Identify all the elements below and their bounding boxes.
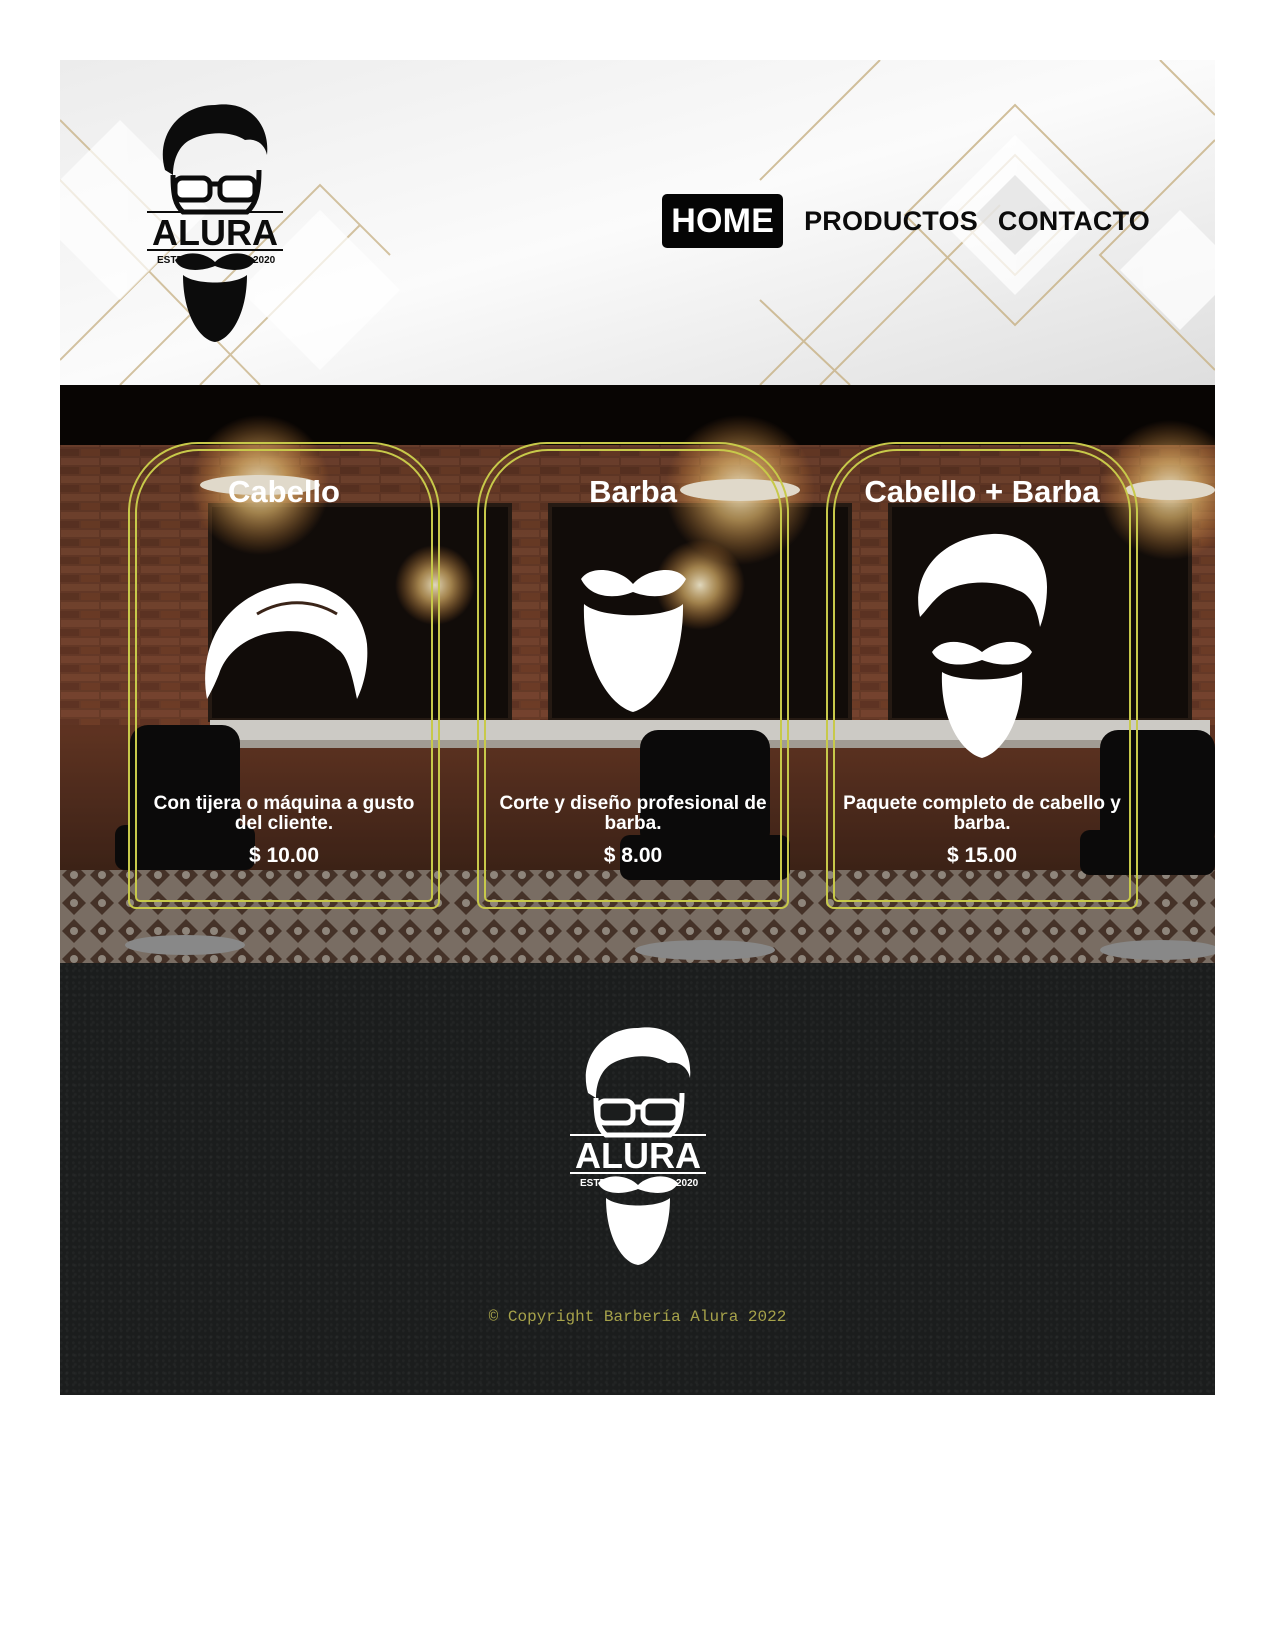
header-logo[interactable]: ALURA ESTD 2020	[145, 100, 285, 345]
services-section: Cabello Con tijera o máquina a gusto del…	[60, 385, 1215, 963]
service-description: Corte y diseño profesional de barba.	[499, 793, 767, 834]
svg-text:2020: 2020	[253, 255, 276, 266]
copyright-text: © Copyright Barbería Alura 2022	[488, 1308, 787, 1326]
service-price: $ 15.00	[946, 844, 1018, 867]
footer-logo: ALURA ESTD 2020	[568, 1023, 708, 1268]
service-description: Paquete completo de cabello y barba.	[843, 793, 1121, 834]
service-description: Con tijera o máquina a gusto del cliente…	[153, 793, 415, 834]
service-card-cabello[interactable]: Cabello Con tijera o máquina a gusto del…	[128, 442, 440, 909]
main-nav: HOME PRODUCTOS CONTACTO	[662, 194, 1160, 248]
beard-icon	[479, 564, 787, 719]
svg-text:ALURA: ALURA	[575, 1135, 701, 1176]
hair-icon	[130, 574, 438, 709]
service-price: $ 10.00	[248, 844, 320, 867]
barber-logo-icon: ALURA ESTD 2020	[570, 1027, 706, 1265]
hair-beard-icon	[828, 532, 1136, 767]
site-header: ALURA ESTD 2020 HOME PRODUCTOS CONTACTO	[60, 60, 1215, 385]
barber-logo-icon: ALURA ESTD 2020	[147, 104, 283, 342]
svg-text:ALURA: ALURA	[152, 212, 278, 253]
svg-text:2020: 2020	[676, 1178, 699, 1189]
site-container: ALURA ESTD 2020 HOME PRODUCTOS CONTACTO	[60, 60, 1215, 1395]
nav-productos-link[interactable]: PRODUCTOS	[794, 194, 988, 248]
site-footer: ALURA ESTD 2020 © Copyright Barbería Alu…	[60, 963, 1215, 1395]
service-title: Barba	[589, 474, 677, 509]
service-card-cabello-barba[interactable]: Cabello + Barba Paquete completo de cabe…	[826, 442, 1138, 909]
nav-contacto-link[interactable]: CONTACTO	[988, 194, 1160, 248]
service-title: Cabello	[228, 474, 340, 509]
service-price: $ 8.00	[603, 844, 663, 867]
nav-home-link[interactable]: HOME	[662, 194, 784, 248]
service-title: Cabello + Barba	[864, 474, 1100, 509]
service-card-barba[interactable]: Barba Corte y diseño profesional de barb…	[477, 442, 789, 909]
